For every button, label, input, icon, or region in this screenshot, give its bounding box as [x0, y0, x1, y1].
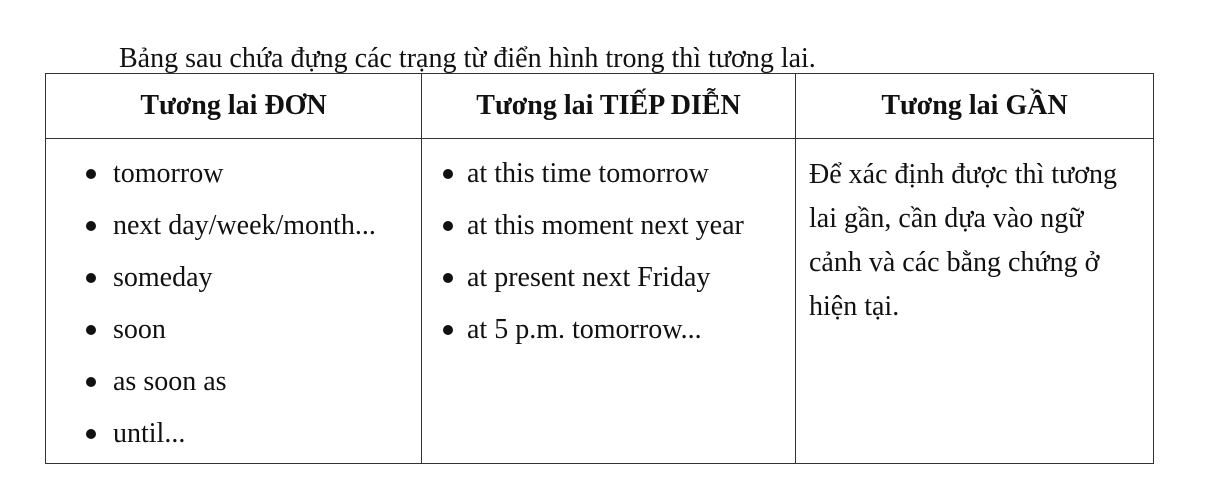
table-header-row: Tương lai ĐƠN Tương lai TIẾP DIỄN Tương … [45, 73, 1154, 139]
header-future-continuous: Tương lai TIẾP DIỄN [421, 73, 796, 139]
near-future-cell: Để xác định được thì tương lai gần, cần … [795, 138, 1154, 464]
list-item: at present next Friday [422, 252, 795, 304]
header-near-future: Tương lai GẦN [795, 73, 1154, 139]
list-item: at 5 p.m. tomorrow... [422, 304, 795, 356]
near-future-note: Để xác định được thì tương lai gần, cần … [809, 159, 1118, 322]
future-continuous-cell: at this time tomorrow at this moment nex… [421, 138, 796, 464]
list-item: soon [46, 304, 421, 356]
table-row: tomorrow next day/week/month... someday … [45, 138, 1154, 464]
intro-text: Bảng sau chứa đựng các trạng từ điển hìn… [119, 43, 816, 74]
future-tense-adverbs-table: Tương lai ĐƠN Tương lai TIẾP DIỄN Tương … [45, 73, 1154, 464]
list-item: next day/week/month... [46, 200, 421, 252]
header-simple-future: Tương lai ĐƠN [45, 73, 422, 139]
list-item: tomorrow [46, 148, 421, 200]
future-continuous-list: at this time tomorrow at this moment nex… [422, 139, 795, 356]
list-item: at this time tomorrow [422, 148, 795, 200]
list-item: as soon as [46, 356, 421, 408]
list-item: someday [46, 252, 421, 304]
list-item: until... [46, 408, 421, 460]
simple-future-list: tomorrow next day/week/month... someday … [46, 139, 421, 460]
list-item: at this moment next year [422, 200, 795, 252]
simple-future-cell: tomorrow next day/week/month... someday … [45, 138, 422, 464]
